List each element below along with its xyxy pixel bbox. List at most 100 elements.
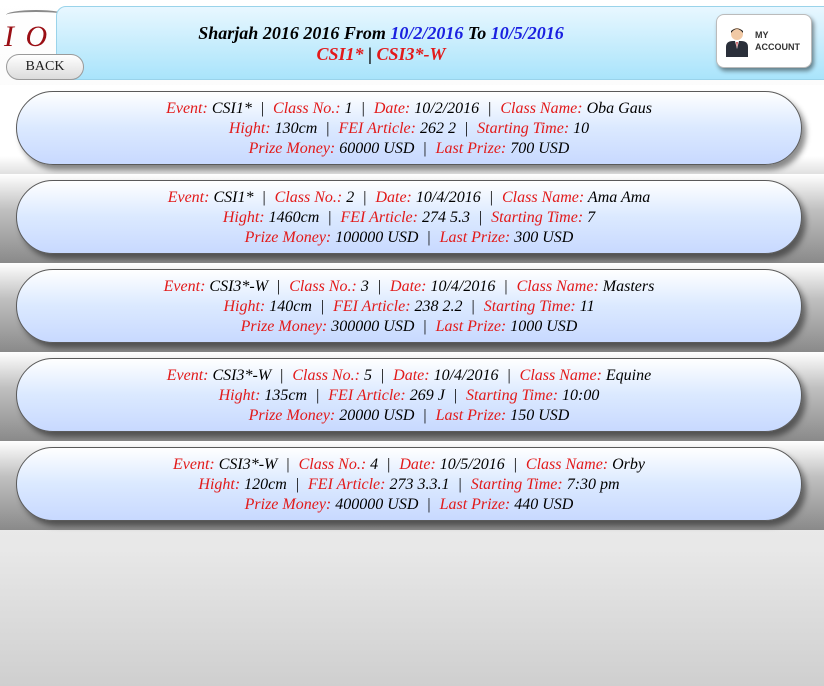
date-label: Date: [399,456,436,473]
event-value: CSI1* [213,189,254,206]
event-value: CSI3*-W [212,367,272,384]
event-label: Event: [166,100,208,117]
category-separator: | [368,44,372,64]
field-separator: | [489,189,493,206]
event-class-card[interactable]: Event: CSI3*-W | Class No.: 4 | Date: 10/5/2… [16,447,802,521]
event-class-card[interactable]: Event: CSI3*-W | Class No.: 5 | Date: 10/4/2… [16,358,802,432]
prize-money-label: Prize Money: [240,318,328,335]
class-no-label: Class No.: [292,367,360,384]
field-separator: | [377,278,382,295]
class-name-label: Class Name: [500,100,583,117]
date-value: 10/4/2016 [433,367,499,384]
class-name-value: Masters [602,278,655,295]
field-separator: | [464,120,469,137]
card-line-2: Hight: 130cm | FEI Article: 262 2 | Starting… [17,119,801,139]
date-value: 10/4/2016 [430,278,496,295]
fei-article-label: FEI Article: [328,387,406,404]
fei-article-value: 262 2 [419,120,456,137]
height-label: Hight: [198,476,241,493]
date-label: Date: [373,100,411,117]
event-row-band: Event: CSI3*-W | Class No.: 5 | Date: 10/4/2… [0,352,824,441]
event-value: CSI3*-W [218,456,278,473]
date-label: Date: [375,189,412,206]
starting-time-label: Starting Time: [477,120,570,137]
field-separator: | [380,367,385,384]
event-categories: CSI1* | CSI3*-W [57,44,705,65]
field-separator: | [286,456,290,473]
height-label: Hight: [228,120,271,137]
class-name-value: Oba Gaus [586,100,652,117]
class-name-value: Ama Ama [587,189,651,206]
event-row-band: Event: CSI1* | Class No.: 2 | Date: 10/4/201… [0,174,824,263]
card-line-3: Prize Money: 100000 USD | Last Prize: 300 … [17,228,801,248]
starting-time-value: 7 [587,209,596,226]
date-value: 10/4/2016 [415,189,481,206]
last-prize-value: 700 USD [510,140,570,157]
event-class-card[interactable]: Event: CSI3*-W | Class No.: 3 | Date: 10/4/2… [16,269,802,343]
card-line-1: Event: CSI3*-W | Class No.: 3 | Date: 10/4/2… [17,277,801,297]
height-value: 130cm [274,120,318,137]
field-separator: | [458,476,462,493]
fei-article-value: 269 J [409,387,445,404]
card-line-1: Event: CSI1* | Class No.: 2 | Date: 10/4/201… [17,188,801,208]
last-prize-label: Last Prize: [439,229,511,246]
class-no-value: 4 [370,456,379,473]
card-line-2: Hight: 135cm | FEI Article: 269 J | Starting… [17,386,801,406]
starting-time-value: 7:30 pm [566,476,620,493]
class-name-value: Equine [605,367,652,384]
field-separator: | [295,476,300,493]
card-line-3: Prize Money: 300000 USD | Last Prize: 1000… [17,317,801,337]
last-prize-label: Last Prize: [439,496,511,513]
field-separator: | [260,100,265,117]
date-label: Date: [390,278,427,295]
my-account-button[interactable]: MY ACCOUNT [716,14,812,68]
category-csi3w[interactable]: CSI3*-W [376,44,445,64]
event-class-card[interactable]: Event: CSI1* | Class No.: 2 | Date: 10/4/201… [16,180,802,254]
fei-article-label: FEI Article: [333,298,411,315]
starting-time-label: Starting Time: [466,387,559,404]
field-separator: | [504,278,508,295]
height-label: Hight: [223,298,266,315]
user-avatar-icon [726,28,748,57]
card-line-1: Event: CSI1* | Class No.: 1 | Date: 10/2/201… [17,99,801,119]
starting-time-label: Starting Time: [491,209,584,226]
field-separator: | [488,100,492,117]
field-separator: | [423,318,427,335]
class-no-label: Class No.: [274,189,343,206]
height-value: 1460cm [268,209,320,226]
last-prize-label: Last Prize: [435,318,507,335]
last-prize-value: 300 USD [514,229,574,246]
event-value: CSI1* [211,100,252,117]
class-name-label: Class Name: [525,456,609,473]
class-no-value: 1 [344,100,353,117]
fei-article-label: FEI Article: [340,209,418,226]
event-row-band: Event: CSI3*-W | Class No.: 3 | Date: 10/4/2… [0,263,824,352]
back-button[interactable]: BACK [6,54,84,80]
class-name-label: Class Name: [516,278,599,295]
last-prize-value: 150 USD [510,407,570,424]
category-csi1[interactable]: CSI1* [316,44,363,64]
field-separator: | [427,229,431,246]
prize-money-value: 100000 USD [335,229,419,246]
class-name-value: Orby [612,456,646,473]
field-separator: | [326,120,330,137]
class-name-label: Class Name: [519,367,602,384]
event-label: Event: [166,367,209,384]
date-label: Date: [393,367,430,384]
event-label: Event: [167,189,210,206]
card-line-1: Event: CSI3*-W | Class No.: 4 | Date: 10/5/2… [17,455,801,475]
my-account-line2: ACCOUNT [755,42,800,52]
field-separator: | [320,298,325,315]
height-value: 135cm [264,387,308,404]
prize-money-label: Prize Money: [248,140,336,157]
fei-article-label: FEI Article: [308,476,386,493]
field-separator: | [316,387,320,404]
height-label: Hight: [222,209,265,226]
field-separator: | [471,298,475,315]
field-separator: | [363,189,367,206]
date-value: 10/2/2016 [414,100,480,117]
to-word: To [467,23,487,43]
event-class-card[interactable]: Event: CSI1* | Class No.: 1 | Date: 10/2/201… [16,91,802,165]
my-account-label: MY ACCOUNT [755,29,809,53]
card-line-2: Hight: 140cm | FEI Article: 238 2.2 | Starti… [17,297,801,317]
